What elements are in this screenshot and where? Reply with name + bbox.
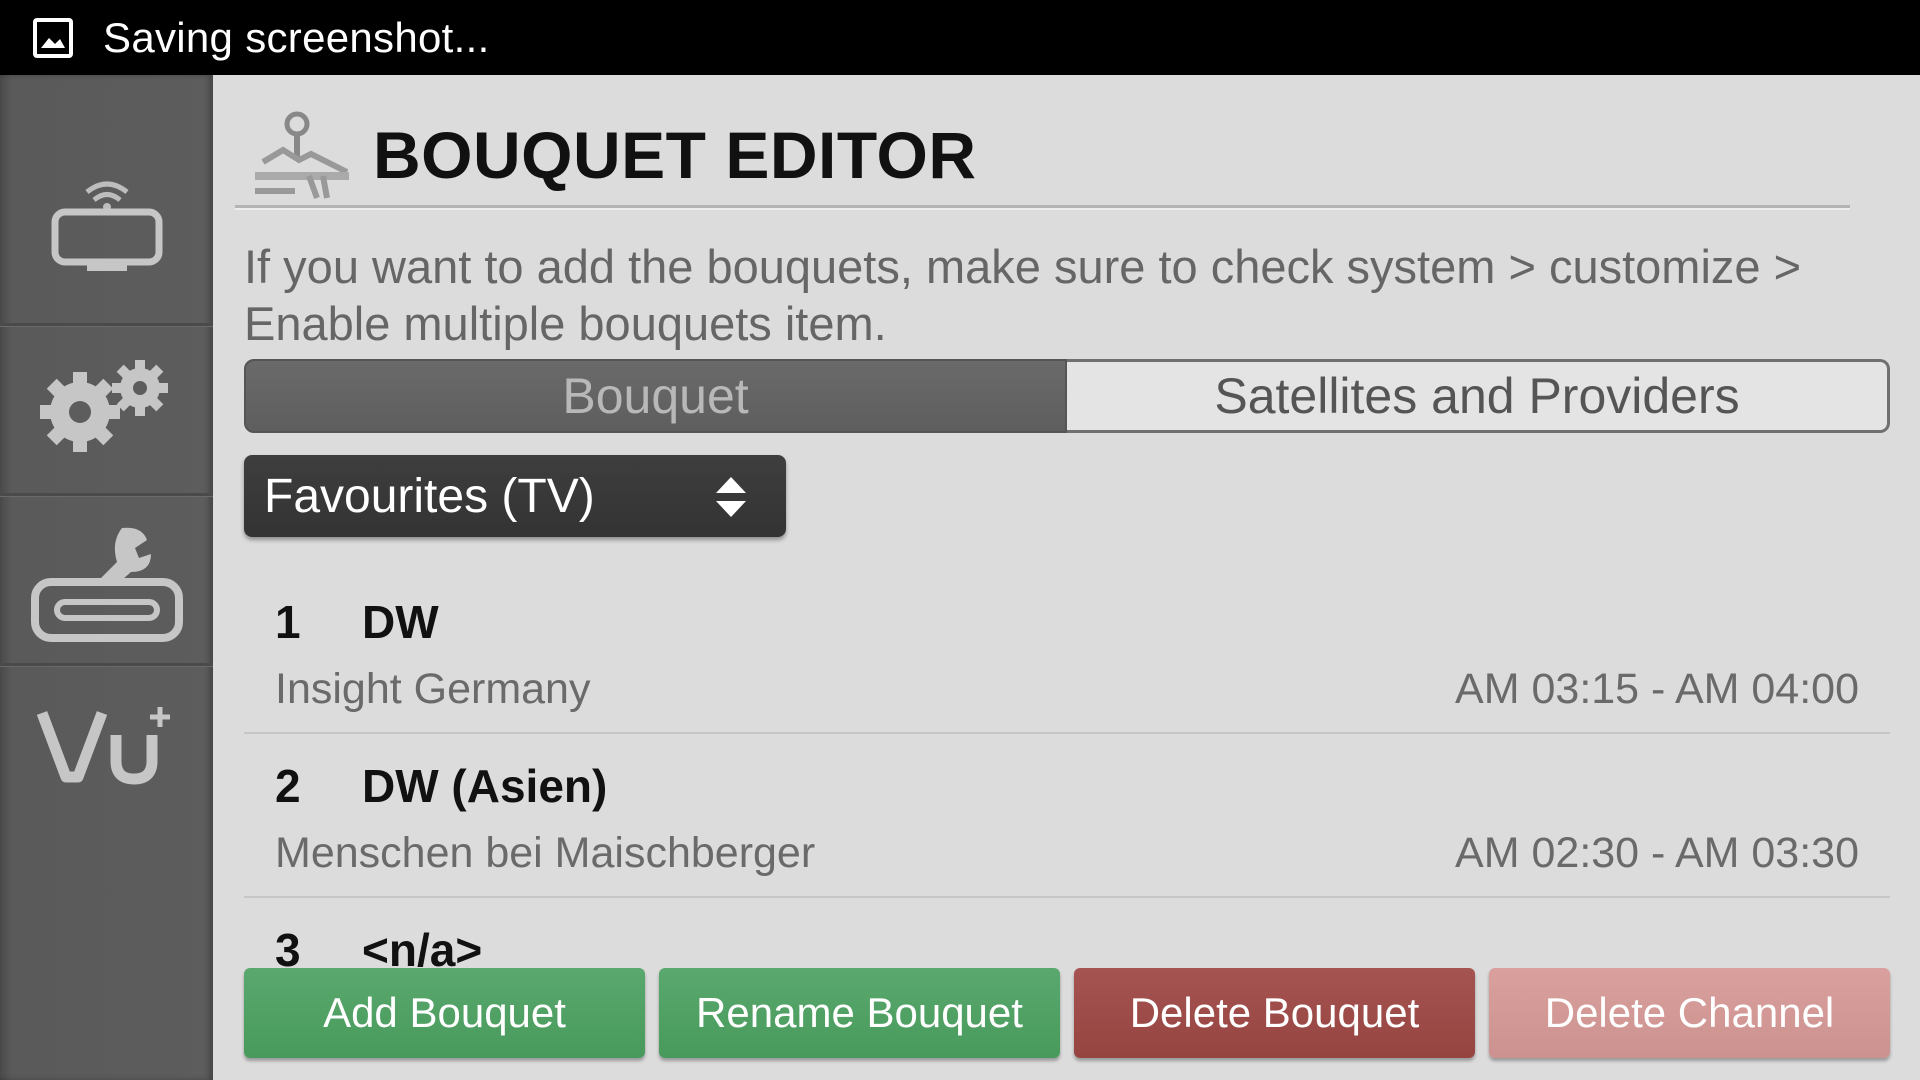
channel-time: AM 02:30 - AM 03:30 [1455,829,1859,877]
sidebar-divider [0,493,213,497]
gears-icon [39,360,168,452]
rename-bouquet-button[interactable]: Rename Bouquet [659,968,1060,1058]
bouquet-editor-icon [255,111,349,200]
page-header: BOUQUET EDITOR [249,105,976,205]
vu-plus-logo-icon [36,707,170,785]
channel-number: 2 [275,760,301,812]
sidebar [0,75,213,1080]
sidebar-item-tv[interactable] [0,165,213,285]
bouquet-select[interactable]: Favourites (TV) [244,455,786,537]
sidebar-divider [0,663,213,667]
header-divider [235,205,1850,210]
add-bouquet-button[interactable]: Add Bouquet [244,968,645,1058]
channel-time: AM 03:15 - AM 04:00 [1455,665,1859,713]
wrench-receiver-icon [30,527,183,642]
status-bar: Saving screenshot... [0,0,1920,75]
channel-program: Menschen bei Maischberger [275,829,816,877]
page-title: BOUQUET EDITOR [373,118,977,192]
channel-row[interactable]: 1 DW Insight Germany AM 03:15 - AM 04:00 [244,570,1890,734]
delete-channel-button[interactable]: Delete Channel [1489,968,1890,1058]
channel-name: DW [362,596,439,648]
tab-satellites-providers[interactable]: Satellites and Providers [1067,359,1890,433]
action-bar: Add Bouquet Rename Bouquet Delete Bouque… [244,968,1890,1062]
status-text: Saving screenshot... [103,13,490,61]
info-text: If you want to add the bouquets, make su… [244,240,1802,350]
channel-list: 1 DW Insight Germany AM 03:15 - AM 04:00… [244,570,1890,970]
delete-bouquet-button[interactable]: Delete Bouquet [1074,968,1475,1058]
up-down-arrows-icon [716,477,746,517]
screenshot-icon [33,17,73,58]
tab-bar: Bouquet Satellites and Providers [244,359,1890,437]
sidebar-divider [0,323,213,327]
channel-name: <n/a> [362,924,483,970]
channel-name: DW (Asien) [362,760,608,812]
channel-program: Insight Germany [275,665,591,713]
sidebar-item-vu[interactable] [0,685,213,805]
channel-number: 1 [275,596,301,648]
tab-bouquet[interactable]: Bouquet [244,359,1067,433]
sidebar-item-settings[interactable] [0,345,213,465]
bouquet-select-value: Favourites (TV) [264,469,595,523]
channel-number: 3 [275,924,301,970]
sidebar-item-tools[interactable] [0,515,213,655]
channel-row[interactable]: 3 <n/a> [244,898,1890,970]
channel-row[interactable]: 2 DW (Asien) Menschen bei Maischberger A… [244,734,1890,898]
tv-wifi-icon [51,181,162,271]
